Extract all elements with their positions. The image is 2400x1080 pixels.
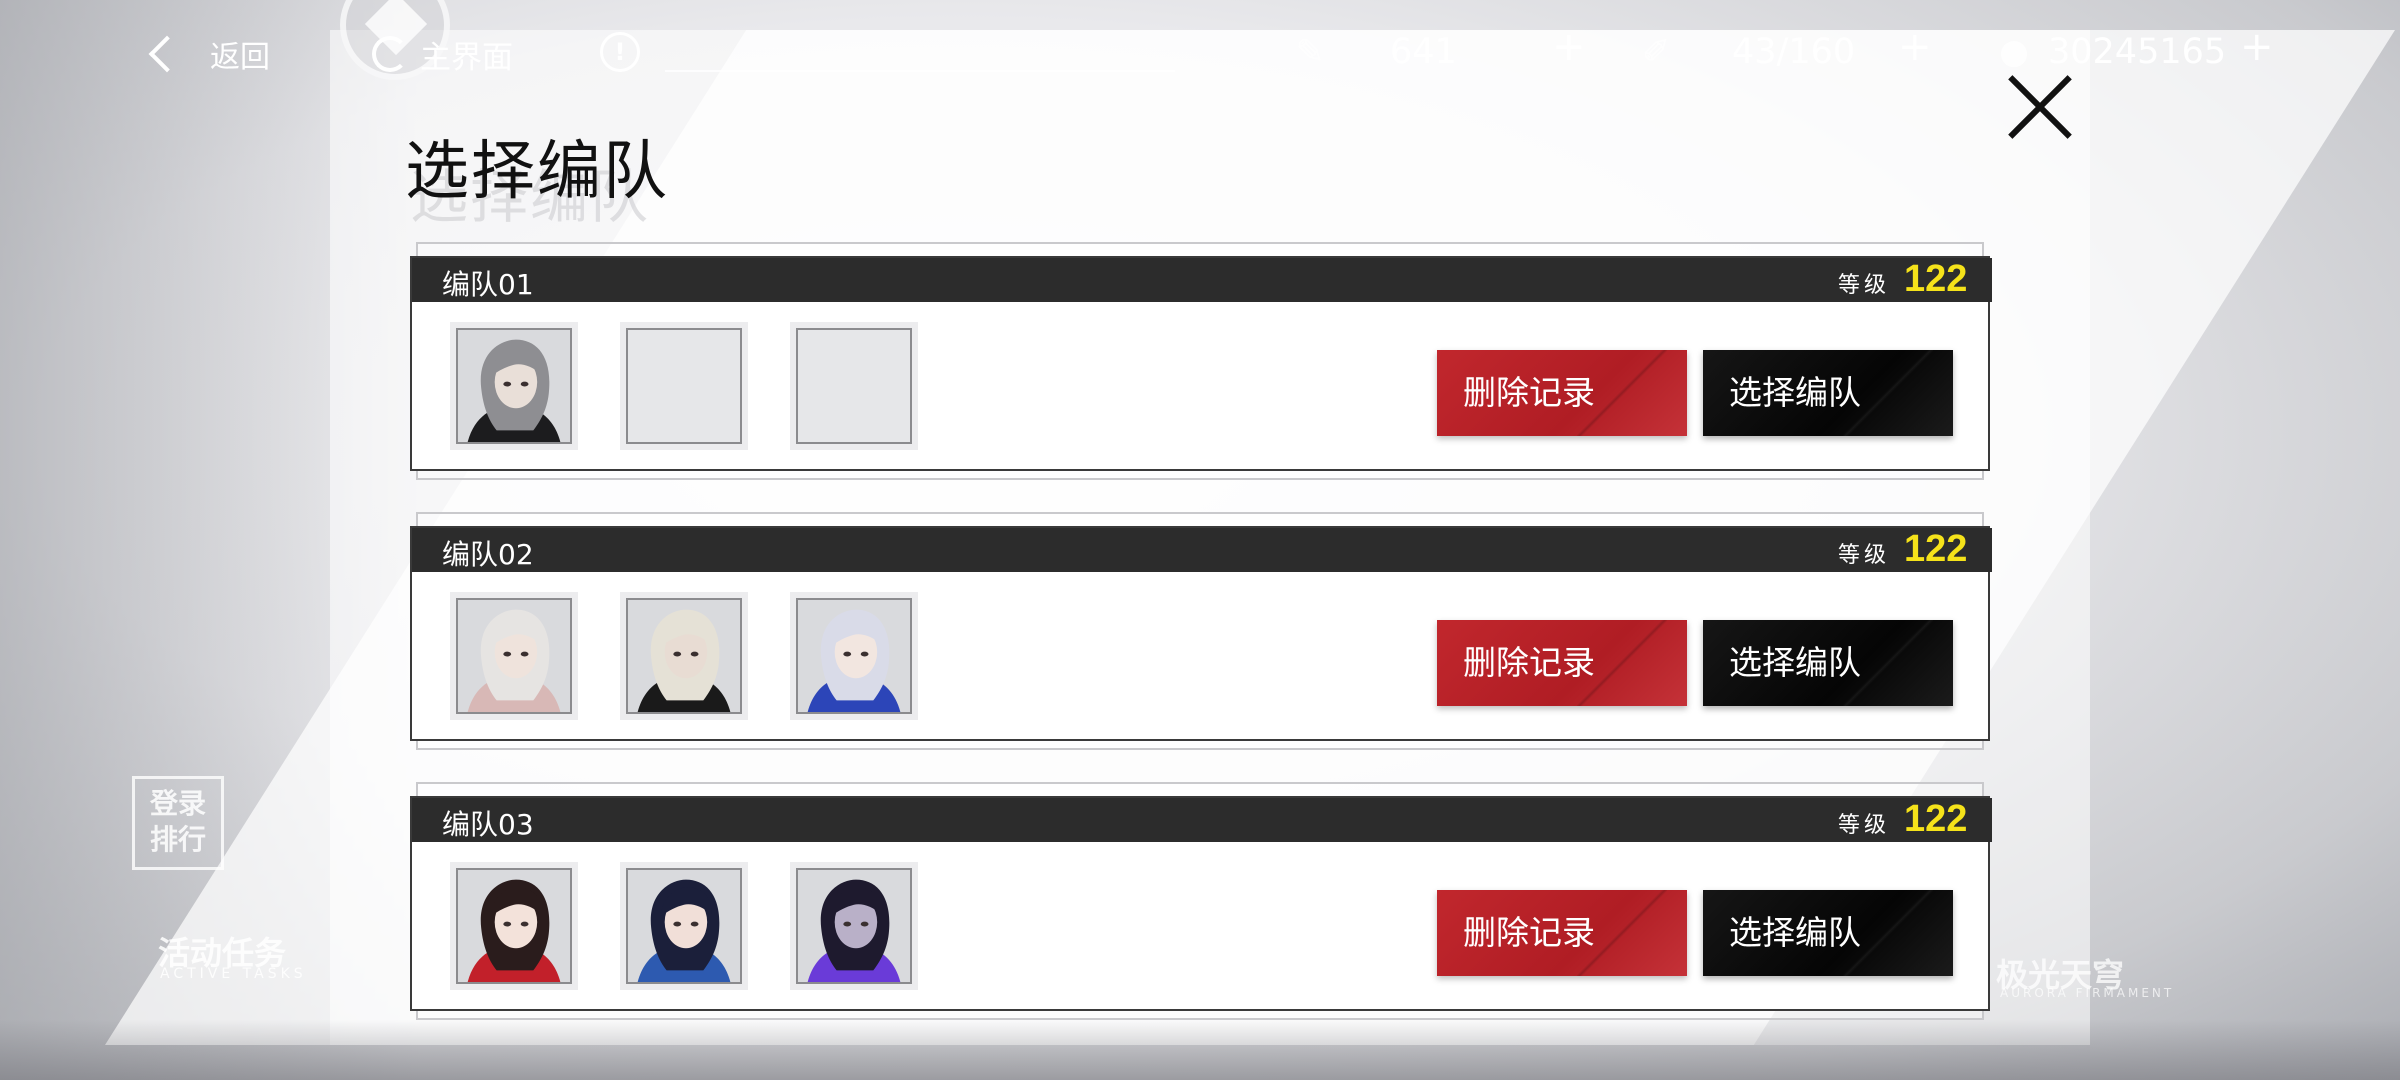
member-slot[interactable] — [620, 862, 748, 990]
select-team-label: 选择编队 — [1729, 913, 1861, 952]
level-label: 等级 — [1838, 273, 1891, 298]
level-label: 等级 — [1838, 813, 1891, 838]
character-portrait-icon — [628, 600, 740, 712]
info-icon[interactable]: ! — [600, 32, 640, 72]
delete-record-label: 删除记录 — [1463, 643, 1595, 682]
member-slot[interactable] — [450, 322, 578, 450]
card-header: 编队03 等级 122 — [412, 798, 1992, 842]
member-slot-empty[interactable] — [790, 322, 918, 450]
member-portrait — [626, 328, 742, 444]
character-portrait-icon — [628, 870, 740, 982]
member-slot[interactable] — [790, 862, 918, 990]
level-value: 122 — [1904, 798, 1968, 840]
card-body: 编队02 等级 122 删除记录 选择编队 — [410, 526, 1992, 741]
coin-icon: ● — [1999, 32, 2029, 72]
home-button[interactable]: 主界面 — [372, 26, 513, 82]
delete-record-button[interactable]: 删除记录 — [1437, 350, 1687, 436]
back-button[interactable]: 返回 — [140, 26, 270, 82]
team-card: 编队01 等级 122 删除记录 选择编队 — [410, 242, 1992, 480]
pen-icon: ✐ — [1641, 32, 1671, 72]
select-team-button[interactable]: 选择编队 — [1703, 890, 1953, 976]
page-title: 选择编队 — [405, 135, 669, 209]
select-team-button[interactable]: 选择编队 — [1703, 620, 1953, 706]
member-portrait — [456, 868, 572, 984]
character-portrait-icon — [798, 870, 910, 982]
stamina-icon: ✎ — [1295, 32, 1325, 72]
level-label: 等级 — [1838, 543, 1891, 568]
member-portrait — [626, 598, 742, 714]
currency-value: 43/160 — [1732, 32, 1856, 72]
home-label: 主界面 — [420, 39, 513, 76]
member-portrait — [626, 868, 742, 984]
card-body: 编队03 等级 122 删除记录 选择编队 — [410, 796, 1992, 1011]
currency-pen: ✐ 43/160 — [1636, 26, 1855, 78]
character-portrait-icon — [458, 600, 570, 712]
character-portrait-icon — [458, 870, 570, 982]
team-card: 编队02 等级 122 删除记录 选择编队 — [410, 512, 1992, 750]
currency-stamina: ✎ 641 — [1290, 26, 1457, 78]
background-bottom-shade — [0, 1020, 2400, 1080]
character-portrait-icon — [798, 600, 910, 712]
member-portrait — [456, 598, 572, 714]
member-slot[interactable] — [450, 862, 578, 990]
level-value: 122 — [1904, 528, 1968, 570]
add-stamina-button[interactable]: + — [1552, 24, 1586, 70]
level-value: 122 — [1904, 258, 1968, 300]
select-team-button[interactable]: 选择编队 — [1703, 350, 1953, 436]
member-portrait — [456, 328, 572, 444]
currency-coin: ● 30245165 — [1994, 26, 2226, 78]
card-body: 编队01 等级 122 删除记录 选择编队 — [410, 256, 1992, 471]
deco-right-subtext: AURORA FIRMAMENT — [2000, 986, 2175, 1000]
team-card: 编队03 等级 122 删除记录 选择编队 — [410, 782, 1992, 1020]
delete-record-button[interactable]: 删除记录 — [1437, 890, 1687, 976]
card-header: 编队02 等级 122 — [412, 528, 1992, 572]
team-name: 编队02 — [442, 538, 534, 571]
currency-value: 30245165 — [2048, 32, 2227, 72]
close-button[interactable] — [2004, 72, 2076, 144]
member-portrait — [796, 598, 912, 714]
back-label: 返回 — [210, 40, 270, 75]
currency-value: 641 — [1390, 32, 1457, 72]
delete-record-button[interactable]: 删除记录 — [1437, 620, 1687, 706]
add-coin-button[interactable]: + — [2240, 24, 2274, 70]
chevron-left-icon — [148, 35, 186, 73]
top-divider — [665, 70, 1175, 72]
add-pen-button[interactable]: + — [1898, 24, 1932, 70]
member-portrait — [796, 328, 912, 444]
team-name: 编队01 — [442, 268, 534, 301]
member-slot[interactable] — [790, 592, 918, 720]
member-portrait — [796, 868, 912, 984]
select-team-label: 选择编队 — [1729, 373, 1861, 412]
character-portrait-icon — [458, 330, 570, 442]
deco-activity-subtext: ACTIVE TASKS — [160, 966, 307, 982]
delete-record-label: 删除记录 — [1463, 373, 1595, 412]
member-slot[interactable] — [620, 592, 748, 720]
card-header: 编队01 等级 122 — [412, 258, 1992, 302]
deco-ranking-text: 登录 排行 — [150, 787, 207, 856]
member-slot[interactable] — [450, 592, 578, 720]
select-team-label: 选择编队 — [1729, 643, 1861, 682]
delete-record-label: 删除记录 — [1463, 913, 1595, 952]
team-name: 编队03 — [442, 808, 534, 841]
home-icon — [372, 36, 408, 72]
member-slot-empty[interactable] — [620, 322, 748, 450]
